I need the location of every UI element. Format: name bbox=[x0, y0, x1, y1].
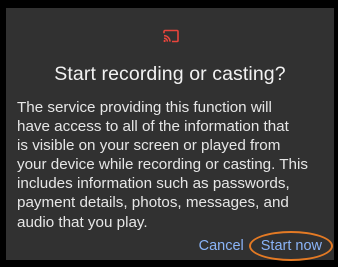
message-line: The service providing this function will bbox=[17, 99, 272, 116]
message-line: have access to all of the information th… bbox=[17, 118, 289, 136]
screen: Start recording or casting? The service … bbox=[0, 0, 338, 267]
start-now-button[interactable]: Start now bbox=[248, 231, 333, 261]
cast-icon bbox=[163, 29, 179, 43]
message-line: audio that you play. bbox=[17, 213, 148, 231]
start-now-label: Start now bbox=[260, 238, 322, 254]
dialog-message: The service providing this function will… bbox=[17, 98, 331, 232]
message-line: your device while recording or casting. … bbox=[17, 156, 308, 174]
cast-permission-dialog: Start recording or casting? The service … bbox=[6, 8, 334, 261]
message-line: includes information such as passwords, bbox=[17, 175, 290, 193]
message-line: is visible on your screen or played from bbox=[17, 137, 281, 155]
dialog-title: Start recording or casting? bbox=[54, 63, 286, 85]
message-line: payment details, photos, messages, and bbox=[17, 194, 289, 212]
dialog-actions: Cancel Start now bbox=[199, 231, 333, 261]
cancel-button[interactable]: Cancel bbox=[199, 238, 244, 254]
